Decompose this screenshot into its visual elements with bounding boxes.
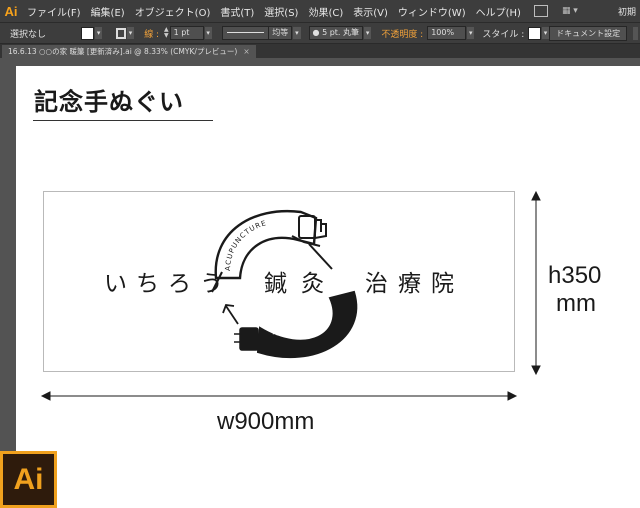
opacity-dropdown-icon[interactable]: ▾ [467,27,475,39]
control-bar: 選択なし ▾ ▾ 線 : ▲ ▼ 1 pt ▾ 均等 ▾ ● 5 pt. 丸筆 ▾… [0,23,640,44]
menu-window[interactable]: ウィンドウ(W) [393,4,471,19]
artboard[interactable]: 記念手ぬぐい ACUPUNCTURE MMA KARATE いちろう 鍼灸 治療… [16,66,640,508]
document-setup-button[interactable]: ドキュメント設定 [549,25,628,41]
logo-name-mid: 鍼灸 [264,271,338,297]
height-dimension-value: h350 [548,262,602,289]
selection-status: 選択なし [10,29,47,40]
menu-type[interactable]: 書式(T) [215,4,259,19]
fill-swatch[interactable] [81,26,94,40]
width-dimension-arrow [40,391,518,401]
document-tab[interactable]: 16.6.13 ○○の家 暖簾 [更新済み].ai @ 8.33% (CMYK/… [2,45,256,58]
arrange-documents-icon[interactable]: ▦ ▾ [562,6,578,16]
canvas[interactable]: 記念手ぬぐい ACUPUNCTURE MMA KARATE いちろう 鍼灸 治療… [0,58,640,508]
logo-bottom-arc [256,290,358,359]
menu-view[interactable]: 表示(V) [348,4,393,19]
graphic-style-dropdown-icon[interactable]: ▾ [541,27,550,39]
opacity-label[interactable]: 不透明度 : [381,27,423,40]
menu-file[interactable]: ファイル(F) [22,4,86,19]
style-label: スタイル : [482,29,525,40]
brush-label: 5 pt. 丸筆 [322,28,360,37]
stroke-weight-dropdown-icon[interactable]: ▾ [204,27,212,39]
stroke-profile-dropdown-icon[interactable]: ▾ [293,27,301,39]
control-bar-edge [633,26,638,40]
menu-select[interactable]: 選択(S) [259,4,303,19]
stroke-profile-preview[interactable] [221,26,270,40]
fill-dropdown-icon[interactable]: ▾ [94,27,103,39]
brush-dropdown-icon[interactable]: ▾ [364,27,372,39]
logo-name-right: 治療院 [365,271,464,297]
document-tab-bar: 16.6.13 ○○の家 暖簾 [更新済み].ai @ 8.33% (CMYK/… [0,44,640,58]
opacity-field[interactable]: 100% [427,26,467,40]
width-dimension-label: w900mm [217,408,315,435]
menu-help[interactable]: ヘルプ(H) [471,4,526,19]
menu-bar: Ai ファイル(F) 編集(E) オブジェクト(O) 書式(T) 選択(S) 効… [0,0,640,23]
stroke-swatch[interactable] [116,27,126,39]
document-tab-title: 16.6.13 ○○の家 暖簾 [更新済み].ai @ 8.33% (CMYK/… [8,47,238,56]
height-dimension-unit: mm [556,290,596,317]
close-icon[interactable]: × [243,47,249,56]
stroke-weight-field[interactable]: 1 pt [169,26,204,40]
brush-field[interactable]: ● 5 pt. 丸筆 [308,26,364,40]
menu-edit[interactable]: 編集(E) [86,4,130,19]
menu-object[interactable]: オブジェクト(O) [130,4,216,19]
workspace-switcher[interactable]: 初期 [618,5,640,18]
illustrator-app-icon: Ai [0,451,57,508]
logo-name-left: いちろう [104,271,232,297]
bridge-icon[interactable] [533,5,548,17]
stroke-profile-field[interactable]: 均等 [268,26,293,40]
app-logo: Ai [4,3,18,19]
stroke-dropdown-icon[interactable]: ▾ [126,27,135,39]
height-dimension-arrow [531,190,541,376]
logo-bottom-fist [234,327,259,351]
menu-effect[interactable]: 効果(C) [303,4,348,19]
logo-arrow-icon [222,304,239,325]
stroke-label[interactable]: 線 : [144,27,159,40]
graphic-style-swatch[interactable] [528,26,541,40]
